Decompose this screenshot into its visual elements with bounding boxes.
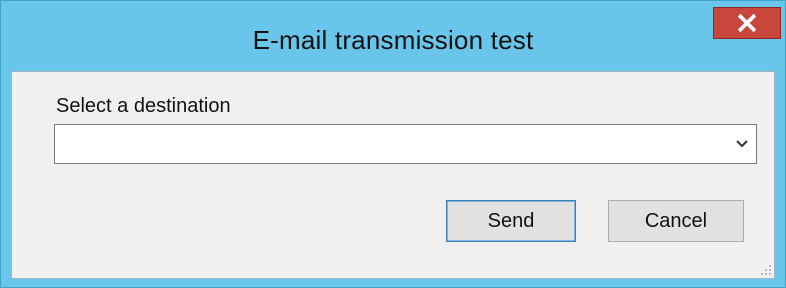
destination-dropdown[interactable] xyxy=(54,124,757,164)
chevron-down-icon xyxy=(736,140,748,148)
title-bar[interactable]: E-mail transmission test xyxy=(1,1,785,71)
destination-label: Select a destination xyxy=(56,95,231,117)
send-button[interactable]: Send xyxy=(446,200,576,242)
cancel-button[interactable]: Cancel xyxy=(608,200,744,242)
close-icon xyxy=(737,13,757,33)
dialog-body: Select a destination Send Cancel xyxy=(11,71,775,279)
resize-grip-icon[interactable] xyxy=(758,262,772,276)
dialog-window: E-mail transmission test Select a destin… xyxy=(0,0,786,288)
close-button[interactable] xyxy=(713,7,781,39)
window-title: E-mail transmission test xyxy=(252,25,534,55)
